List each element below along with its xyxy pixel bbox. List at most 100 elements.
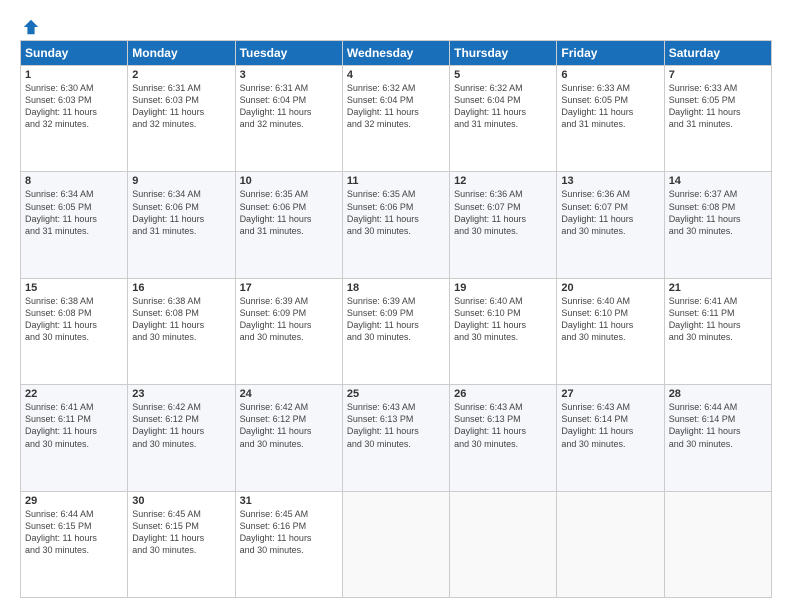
calendar-header-row: SundayMondayTuesdayWednesdayThursdayFrid… bbox=[21, 41, 772, 66]
day-info: Sunrise: 6:45 AM Sunset: 6:15 PM Dayligh… bbox=[132, 508, 230, 557]
page: SundayMondayTuesdayWednesdayThursdayFrid… bbox=[0, 0, 792, 612]
day-number: 22 bbox=[25, 388, 123, 400]
calendar-cell: 9Sunrise: 6:34 AM Sunset: 6:06 PM Daylig… bbox=[128, 172, 235, 278]
day-info: Sunrise: 6:38 AM Sunset: 6:08 PM Dayligh… bbox=[25, 295, 123, 344]
calendar-table: SundayMondayTuesdayWednesdayThursdayFrid… bbox=[20, 40, 772, 598]
day-info: Sunrise: 6:30 AM Sunset: 6:03 PM Dayligh… bbox=[25, 82, 123, 131]
calendar-cell bbox=[664, 491, 771, 597]
calendar-cell: 29Sunrise: 6:44 AM Sunset: 6:15 PM Dayli… bbox=[21, 491, 128, 597]
calendar-cell: 8Sunrise: 6:34 AM Sunset: 6:05 PM Daylig… bbox=[21, 172, 128, 278]
day-number: 4 bbox=[347, 69, 445, 81]
day-info: Sunrise: 6:45 AM Sunset: 6:16 PM Dayligh… bbox=[240, 508, 338, 557]
day-number: 2 bbox=[132, 69, 230, 81]
day-info: Sunrise: 6:32 AM Sunset: 6:04 PM Dayligh… bbox=[347, 82, 445, 131]
day-number: 9 bbox=[132, 175, 230, 187]
calendar-cell: 25Sunrise: 6:43 AM Sunset: 6:13 PM Dayli… bbox=[342, 385, 449, 491]
day-info: Sunrise: 6:33 AM Sunset: 6:05 PM Dayligh… bbox=[561, 82, 659, 131]
day-info: Sunrise: 6:39 AM Sunset: 6:09 PM Dayligh… bbox=[347, 295, 445, 344]
calendar-day-header: Saturday bbox=[664, 41, 771, 66]
day-info: Sunrise: 6:36 AM Sunset: 6:07 PM Dayligh… bbox=[454, 188, 552, 237]
day-number: 28 bbox=[669, 388, 767, 400]
calendar-week-row: 15Sunrise: 6:38 AM Sunset: 6:08 PM Dayli… bbox=[21, 278, 772, 384]
day-info: Sunrise: 6:42 AM Sunset: 6:12 PM Dayligh… bbox=[132, 401, 230, 450]
calendar-cell: 3Sunrise: 6:31 AM Sunset: 6:04 PM Daylig… bbox=[235, 66, 342, 172]
calendar-cell: 1Sunrise: 6:30 AM Sunset: 6:03 PM Daylig… bbox=[21, 66, 128, 172]
calendar-cell: 31Sunrise: 6:45 AM Sunset: 6:16 PM Dayli… bbox=[235, 491, 342, 597]
calendar-week-row: 1Sunrise: 6:30 AM Sunset: 6:03 PM Daylig… bbox=[21, 66, 772, 172]
day-info: Sunrise: 6:31 AM Sunset: 6:04 PM Dayligh… bbox=[240, 82, 338, 131]
day-number: 7 bbox=[669, 69, 767, 81]
calendar-cell: 16Sunrise: 6:38 AM Sunset: 6:08 PM Dayli… bbox=[128, 278, 235, 384]
calendar-cell: 22Sunrise: 6:41 AM Sunset: 6:11 PM Dayli… bbox=[21, 385, 128, 491]
calendar-day-header: Wednesday bbox=[342, 41, 449, 66]
day-info: Sunrise: 6:43 AM Sunset: 6:13 PM Dayligh… bbox=[347, 401, 445, 450]
calendar-cell: 14Sunrise: 6:37 AM Sunset: 6:08 PM Dayli… bbox=[664, 172, 771, 278]
day-info: Sunrise: 6:33 AM Sunset: 6:05 PM Dayligh… bbox=[669, 82, 767, 131]
calendar-cell: 30Sunrise: 6:45 AM Sunset: 6:15 PM Dayli… bbox=[128, 491, 235, 597]
day-number: 20 bbox=[561, 282, 659, 294]
calendar-day-header: Sunday bbox=[21, 41, 128, 66]
day-number: 31 bbox=[240, 495, 338, 507]
calendar-cell: 15Sunrise: 6:38 AM Sunset: 6:08 PM Dayli… bbox=[21, 278, 128, 384]
day-number: 12 bbox=[454, 175, 552, 187]
calendar-cell: 13Sunrise: 6:36 AM Sunset: 6:07 PM Dayli… bbox=[557, 172, 664, 278]
calendar-cell: 4Sunrise: 6:32 AM Sunset: 6:04 PM Daylig… bbox=[342, 66, 449, 172]
day-number: 23 bbox=[132, 388, 230, 400]
calendar-day-header: Friday bbox=[557, 41, 664, 66]
day-info: Sunrise: 6:44 AM Sunset: 6:14 PM Dayligh… bbox=[669, 401, 767, 450]
day-number: 19 bbox=[454, 282, 552, 294]
header bbox=[20, 18, 772, 32]
day-number: 26 bbox=[454, 388, 552, 400]
day-info: Sunrise: 6:34 AM Sunset: 6:06 PM Dayligh… bbox=[132, 188, 230, 237]
logo-icon bbox=[22, 18, 40, 36]
day-info: Sunrise: 6:41 AM Sunset: 6:11 PM Dayligh… bbox=[669, 295, 767, 344]
calendar-cell: 12Sunrise: 6:36 AM Sunset: 6:07 PM Dayli… bbox=[450, 172, 557, 278]
day-info: Sunrise: 6:37 AM Sunset: 6:08 PM Dayligh… bbox=[669, 188, 767, 237]
calendar-cell: 7Sunrise: 6:33 AM Sunset: 6:05 PM Daylig… bbox=[664, 66, 771, 172]
day-info: Sunrise: 6:43 AM Sunset: 6:14 PM Dayligh… bbox=[561, 401, 659, 450]
day-info: Sunrise: 6:42 AM Sunset: 6:12 PM Dayligh… bbox=[240, 401, 338, 450]
calendar-cell bbox=[557, 491, 664, 597]
day-info: Sunrise: 6:40 AM Sunset: 6:10 PM Dayligh… bbox=[561, 295, 659, 344]
day-number: 13 bbox=[561, 175, 659, 187]
calendar-cell bbox=[342, 491, 449, 597]
day-info: Sunrise: 6:43 AM Sunset: 6:13 PM Dayligh… bbox=[454, 401, 552, 450]
calendar-cell: 20Sunrise: 6:40 AM Sunset: 6:10 PM Dayli… bbox=[557, 278, 664, 384]
day-number: 30 bbox=[132, 495, 230, 507]
calendar-week-row: 29Sunrise: 6:44 AM Sunset: 6:15 PM Dayli… bbox=[21, 491, 772, 597]
calendar-cell: 18Sunrise: 6:39 AM Sunset: 6:09 PM Dayli… bbox=[342, 278, 449, 384]
day-number: 8 bbox=[25, 175, 123, 187]
day-number: 25 bbox=[347, 388, 445, 400]
calendar-cell: 26Sunrise: 6:43 AM Sunset: 6:13 PM Dayli… bbox=[450, 385, 557, 491]
day-number: 6 bbox=[561, 69, 659, 81]
calendar-cell: 6Sunrise: 6:33 AM Sunset: 6:05 PM Daylig… bbox=[557, 66, 664, 172]
calendar-cell: 11Sunrise: 6:35 AM Sunset: 6:06 PM Dayli… bbox=[342, 172, 449, 278]
day-number: 14 bbox=[669, 175, 767, 187]
calendar-day-header: Tuesday bbox=[235, 41, 342, 66]
day-number: 24 bbox=[240, 388, 338, 400]
calendar-cell: 21Sunrise: 6:41 AM Sunset: 6:11 PM Dayli… bbox=[664, 278, 771, 384]
calendar-cell: 2Sunrise: 6:31 AM Sunset: 6:03 PM Daylig… bbox=[128, 66, 235, 172]
day-number: 10 bbox=[240, 175, 338, 187]
logo bbox=[20, 18, 40, 32]
day-info: Sunrise: 6:38 AM Sunset: 6:08 PM Dayligh… bbox=[132, 295, 230, 344]
calendar-cell: 19Sunrise: 6:40 AM Sunset: 6:10 PM Dayli… bbox=[450, 278, 557, 384]
day-number: 29 bbox=[25, 495, 123, 507]
calendar-day-header: Thursday bbox=[450, 41, 557, 66]
calendar-cell: 23Sunrise: 6:42 AM Sunset: 6:12 PM Dayli… bbox=[128, 385, 235, 491]
day-info: Sunrise: 6:31 AM Sunset: 6:03 PM Dayligh… bbox=[132, 82, 230, 131]
day-number: 11 bbox=[347, 175, 445, 187]
calendar-day-header: Monday bbox=[128, 41, 235, 66]
day-info: Sunrise: 6:44 AM Sunset: 6:15 PM Dayligh… bbox=[25, 508, 123, 557]
day-info: Sunrise: 6:41 AM Sunset: 6:11 PM Dayligh… bbox=[25, 401, 123, 450]
day-number: 3 bbox=[240, 69, 338, 81]
day-number: 17 bbox=[240, 282, 338, 294]
calendar-cell: 17Sunrise: 6:39 AM Sunset: 6:09 PM Dayli… bbox=[235, 278, 342, 384]
day-info: Sunrise: 6:35 AM Sunset: 6:06 PM Dayligh… bbox=[240, 188, 338, 237]
day-number: 16 bbox=[132, 282, 230, 294]
day-info: Sunrise: 6:36 AM Sunset: 6:07 PM Dayligh… bbox=[561, 188, 659, 237]
calendar-cell: 10Sunrise: 6:35 AM Sunset: 6:06 PM Dayli… bbox=[235, 172, 342, 278]
day-number: 21 bbox=[669, 282, 767, 294]
calendar-cell: 27Sunrise: 6:43 AM Sunset: 6:14 PM Dayli… bbox=[557, 385, 664, 491]
day-info: Sunrise: 6:35 AM Sunset: 6:06 PM Dayligh… bbox=[347, 188, 445, 237]
